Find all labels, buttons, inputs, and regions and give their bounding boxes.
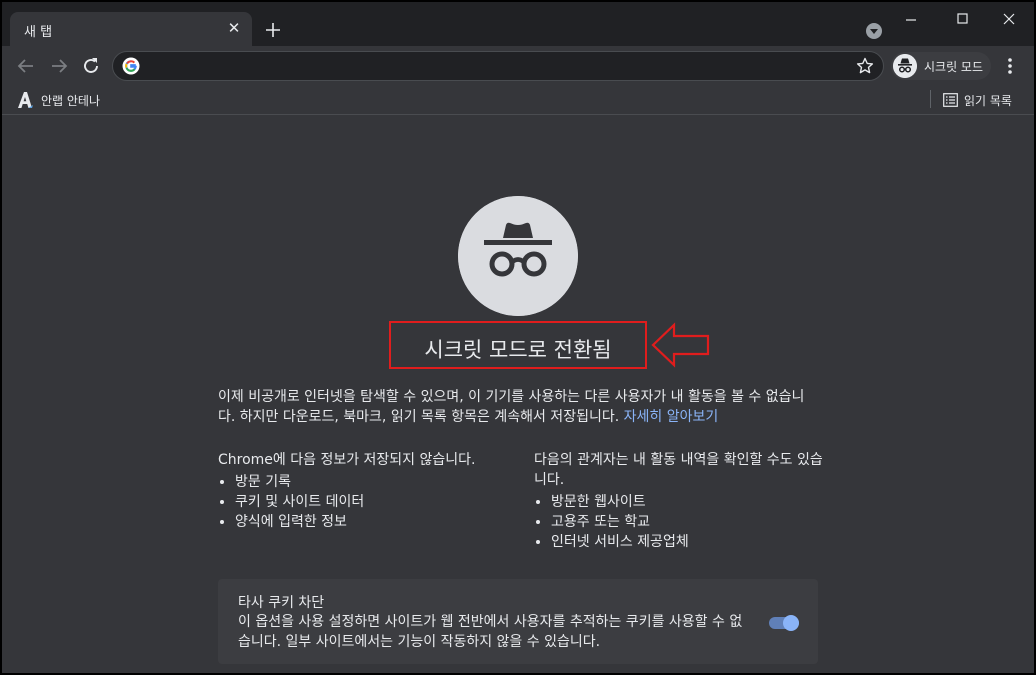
browser-window: 새 탭 ✕ 시크릿 모드 안랩 안테나 읽기 목록 시크릿 모드로 전환됨 이제…	[2, 2, 1034, 673]
tab-strip: 새 탭 ✕	[2, 2, 1034, 46]
list-item: 인터넷 서비스 제공업체	[551, 532, 824, 552]
learn-more-link[interactable]: 자세히 알아보기	[624, 409, 719, 425]
bookmark-star-icon[interactable]	[855, 56, 875, 76]
incognito-profile-button[interactable]: 시크릿 모드	[891, 52, 991, 80]
list-item: 양식에 입력한 정보	[235, 512, 518, 532]
reading-list-icon	[943, 93, 958, 107]
address-input[interactable]	[149, 56, 843, 78]
annotation-left-arrow-icon	[651, 322, 710, 368]
tab-title: 새 탭	[24, 25, 53, 40]
visible-to-section: 다음의 관계자는 내 활동 내역을 확인할 수도 있습니다. 방문한 웹사이트 …	[534, 450, 824, 552]
not-saved-section: Chrome에 다음 정보가 저장되지 않습니다. 방문 기록 쿠키 및 사이트…	[218, 450, 518, 532]
maximize-icon[interactable]	[940, 2, 986, 38]
incognito-label: 시크릿 모드	[924, 60, 984, 74]
close-window-icon[interactable]	[986, 2, 1032, 38]
visible-to-heading: 다음의 관계자는 내 활동 내역을 확인할 수도 있습니다.	[534, 452, 823, 488]
incognito-spy-icon	[458, 196, 578, 316]
list-item: 방문한 웹사이트	[551, 492, 824, 512]
visible-to-list: 방문한 웹사이트 고용주 또는 학교 인터넷 서비스 제공업체	[534, 492, 824, 552]
tab-search-dropdown-icon[interactable]	[866, 23, 882, 39]
address-bar[interactable]	[112, 51, 884, 81]
forward-arrow-icon[interactable]	[47, 54, 71, 78]
minimize-icon[interactable]	[888, 2, 934, 38]
cookie-block-title: 타사 쿠키 차단	[238, 595, 325, 611]
navigation-toolbar: 시크릿 모드	[2, 46, 1034, 86]
bookmarks-bar: 안랩 안테나 읽기 목록	[2, 86, 1034, 115]
tab-new-tab[interactable]: 새 탭 ✕	[10, 12, 252, 46]
not-saved-list: 방문 기록 쿠키 및 사이트 데이터 양식에 입력한 정보	[218, 472, 518, 532]
bookmark-divider	[930, 90, 931, 108]
page-title: 시크릿 모드로 전환됨	[424, 338, 612, 362]
ahnlab-a-icon	[16, 91, 34, 109]
more-menu-icon[interactable]	[1000, 54, 1020, 78]
reading-list-button[interactable]: 읽기 목록	[940, 89, 1030, 111]
incognito-avatar-icon	[893, 54, 917, 78]
tab-close-icon[interactable]: ✕	[224, 18, 244, 38]
cookie-block-description: 이 옵션을 사용 설정하면 사이트가 웹 전반에서 사용자를 추적하는 쿠키를 …	[238, 614, 743, 650]
incognito-new-tab-page: 시크릿 모드로 전환됨 이제 비공개로 인터넷을 탐색할 수 있으며, 이 기기…	[2, 115, 1034, 673]
reload-icon[interactable]	[79, 54, 103, 78]
back-arrow-icon[interactable]	[14, 54, 38, 78]
google-g-icon	[122, 57, 140, 75]
new-tab-plus-icon[interactable]	[262, 19, 284, 41]
list-item: 고용주 또는 학교	[551, 512, 824, 532]
incognito-intro: 이제 비공개로 인터넷을 탐색할 수 있으며, 이 기기를 사용하는 다른 사용…	[218, 387, 814, 427]
bookmark-label: 안랩 안테나	[41, 94, 101, 108]
cookie-block-toggle[interactable]	[767, 615, 801, 631]
toggle-knob	[783, 615, 799, 631]
list-item: 방문 기록	[235, 472, 518, 492]
not-saved-heading: Chrome에 다음 정보가 저장되지 않습니다.	[218, 452, 476, 468]
list-item: 쿠키 및 사이트 데이터	[235, 492, 518, 512]
third-party-cookie-card: 타사 쿠키 차단 이 옵션을 사용 설정하면 사이트가 웹 전반에서 사용자를 …	[218, 579, 818, 664]
reading-list-label: 읽기 목록	[964, 94, 1012, 108]
annotation-red-box: 시크릿 모드로 전환됨	[389, 321, 647, 369]
